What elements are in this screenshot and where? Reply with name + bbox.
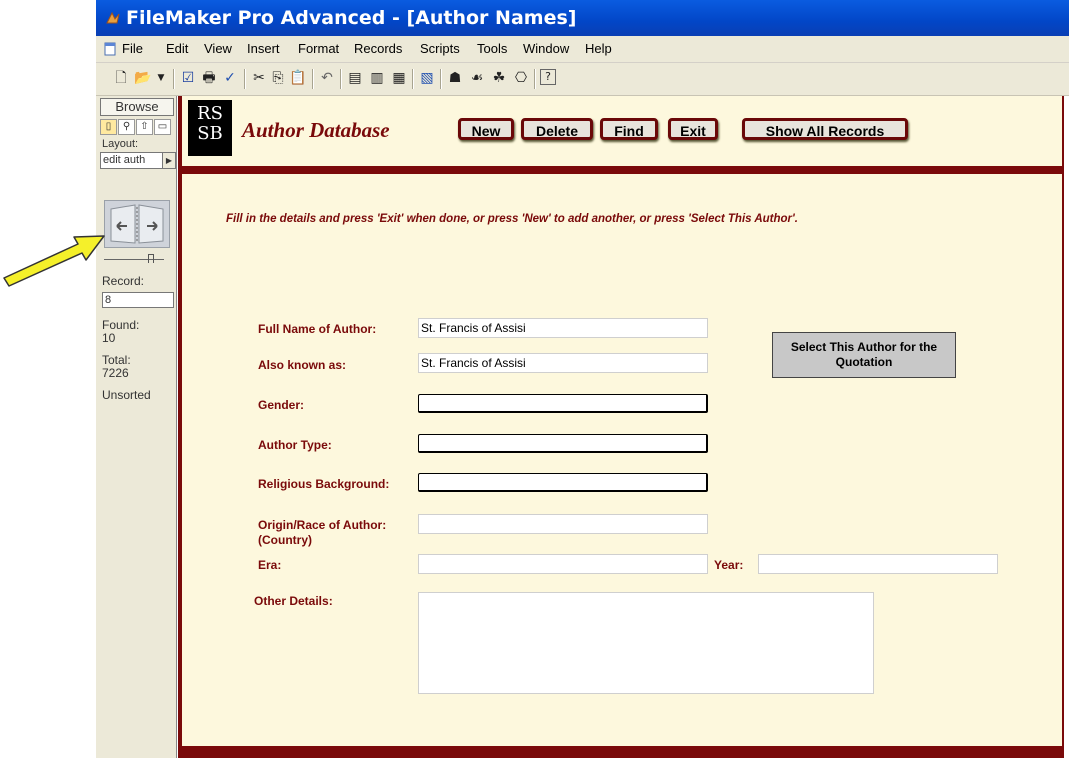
record-slider[interactable] — [104, 254, 168, 264]
total-label: Total: — [102, 353, 131, 367]
toolbar-separator — [412, 69, 414, 89]
sort-icon[interactable]: ▧ — [418, 69, 436, 87]
record-number-input[interactable]: 8 — [102, 292, 174, 308]
author-type-field[interactable] — [418, 434, 708, 453]
religious-background-label: Religious Background: — [258, 477, 390, 491]
new-record-icon[interactable]: ▤ — [346, 69, 364, 87]
find-omit-icon[interactable]: ☘ — [490, 69, 508, 87]
found-label: Found: — [102, 318, 140, 332]
undo-icon[interactable]: ↶ — [318, 69, 336, 87]
menu-window[interactable]: Window — [523, 41, 569, 56]
status-area: Browse ▯ ⚲ ⇧ ▭ Layout: edit auth ▶ Record: … — [96, 96, 177, 758]
layout-dropdown[interactable]: edit auth ▶ — [100, 152, 176, 169]
sort-status: Unsorted — [102, 388, 151, 402]
origin-label: Origin/Race of Author: — [258, 518, 387, 532]
help-icon[interactable]: ? — [540, 69, 556, 85]
show-omitted-icon[interactable]: ⎔ — [512, 69, 530, 87]
show-all-records-button[interactable]: Show All Records — [742, 118, 908, 140]
delete-record-icon[interactable]: ▦ — [390, 69, 408, 87]
also-known-as-field[interactable]: St. Francis of Assisi — [418, 353, 708, 373]
layout-value: edit auth — [103, 154, 146, 166]
menu-file[interactable]: File — [122, 41, 143, 56]
toolbar-separator — [312, 69, 314, 89]
copy-icon[interactable]: ⎘ — [269, 69, 287, 87]
gender-label: Gender: — [258, 398, 305, 412]
year-label: Year: — [714, 558, 744, 572]
paste-icon[interactable]: 📋 — [289, 69, 307, 87]
find-all-icon[interactable]: ☙ — [468, 69, 486, 87]
toolbar-separator — [534, 69, 536, 89]
document-icon[interactable] — [104, 42, 116, 56]
standard-toolbar: 🗋 📂 ▼ ☑ 🖶 ✓ ✂ ⎘ 📋 ↶ ▤ ▥ ▦ ▧ ☗ ☙ ☘ ⎔ ? — [96, 63, 1069, 96]
menu-view[interactable]: View — [204, 41, 232, 56]
era-field[interactable] — [418, 554, 708, 574]
toolbar-separator — [244, 69, 246, 89]
new-button[interactable]: New — [458, 118, 514, 140]
gender-field[interactable] — [418, 394, 708, 413]
dropdown-arrow-icon: ▶ — [162, 153, 175, 168]
title-bar: FileMaker Pro Advanced - [Author Names] — [96, 0, 1069, 36]
spelling-icon[interactable]: ✓ — [221, 69, 239, 87]
menu-scripts[interactable]: Scripts — [420, 41, 460, 56]
toolbar-separator — [340, 69, 342, 89]
select-author-line-2: Quotation — [835, 355, 893, 369]
menu-tools[interactable]: Tools — [477, 41, 507, 56]
print-icon[interactable]: 🖶 — [200, 69, 218, 87]
yellow-arrow-icon — [3, 235, 105, 287]
menu-records[interactable]: Records — [354, 41, 402, 56]
menu-bar: File Edit View Insert Format Records Scr… — [96, 36, 1069, 63]
logo-line-1: RS — [197, 103, 223, 124]
select-author-line-1: Select This Author for the — [790, 340, 938, 354]
filemaker-app-icon[interactable] — [106, 11, 120, 25]
header-divider — [182, 166, 1062, 174]
year-field[interactable] — [758, 554, 998, 574]
religious-background-field[interactable] — [418, 473, 708, 492]
open-file-icon[interactable]: 📂 — [134, 69, 152, 87]
total-count: 7226 — [102, 366, 129, 380]
origin-field[interactable] — [418, 514, 708, 534]
toolbar-separator — [173, 69, 175, 89]
footer-divider — [182, 746, 1062, 758]
author-type-label: Author Type: — [258, 438, 332, 452]
find-mode-icon[interactable]: ⚲ — [118, 119, 135, 135]
checkbox-icon[interactable]: ☑ — [179, 69, 197, 87]
exit-button[interactable]: Exit — [668, 118, 718, 140]
preview-mode-icon[interactable]: ▭ — [154, 119, 171, 135]
menu-format[interactable]: Format — [298, 41, 339, 56]
layout-label: Layout: — [102, 138, 139, 150]
window-title: FileMaker Pro Advanced - [Author Names] — [126, 7, 577, 29]
logo-line-2: SB — [197, 123, 223, 144]
record-book-icon[interactable] — [104, 200, 170, 248]
menu-insert[interactable]: Insert — [247, 41, 280, 56]
layout-area: RS SB Author Database New Delete Find Ex… — [178, 96, 1064, 758]
open-dropdown-icon[interactable]: ▼ — [152, 69, 170, 87]
select-author-button[interactable]: Select This Author for the Quotation — [772, 332, 956, 378]
mode-icons: ▯ ⚲ ⇧ ▭ — [100, 118, 172, 135]
new-file-icon[interactable]: 🗋 — [112, 69, 130, 87]
find-button[interactable]: Find — [600, 118, 658, 140]
era-label: Era: — [258, 558, 282, 572]
cut-icon[interactable]: ✂ — [250, 69, 268, 87]
menu-edit[interactable]: Edit — [166, 41, 188, 56]
instructions-text: Fill in the details and press 'Exit' whe… — [226, 213, 798, 225]
mode-selector[interactable]: Browse — [100, 98, 174, 116]
other-details-label: Other Details: — [254, 594, 333, 608]
find-request-icon[interactable]: ☗ — [446, 69, 464, 87]
page-title: Author Database — [242, 118, 390, 142]
full-name-field[interactable]: St. Francis of Assisi — [418, 318, 708, 338]
duplicate-record-icon[interactable]: ▥ — [368, 69, 386, 87]
rssb-logo: RS SB — [188, 100, 232, 156]
menu-help[interactable]: Help — [585, 41, 612, 56]
origin-country-label: (Country) — [258, 533, 312, 547]
also-known-as-label: Also known as: — [258, 358, 347, 372]
full-name-label: Full Name of Author: — [258, 322, 377, 336]
toolbar-separator — [440, 69, 442, 89]
layout-mode-icon[interactable]: ⇧ — [136, 119, 153, 135]
browse-mode-icon[interactable]: ▯ — [100, 119, 117, 135]
delete-button[interactable]: Delete — [521, 118, 593, 140]
found-count: 10 — [102, 331, 116, 345]
other-details-field[interactable] — [418, 592, 874, 694]
